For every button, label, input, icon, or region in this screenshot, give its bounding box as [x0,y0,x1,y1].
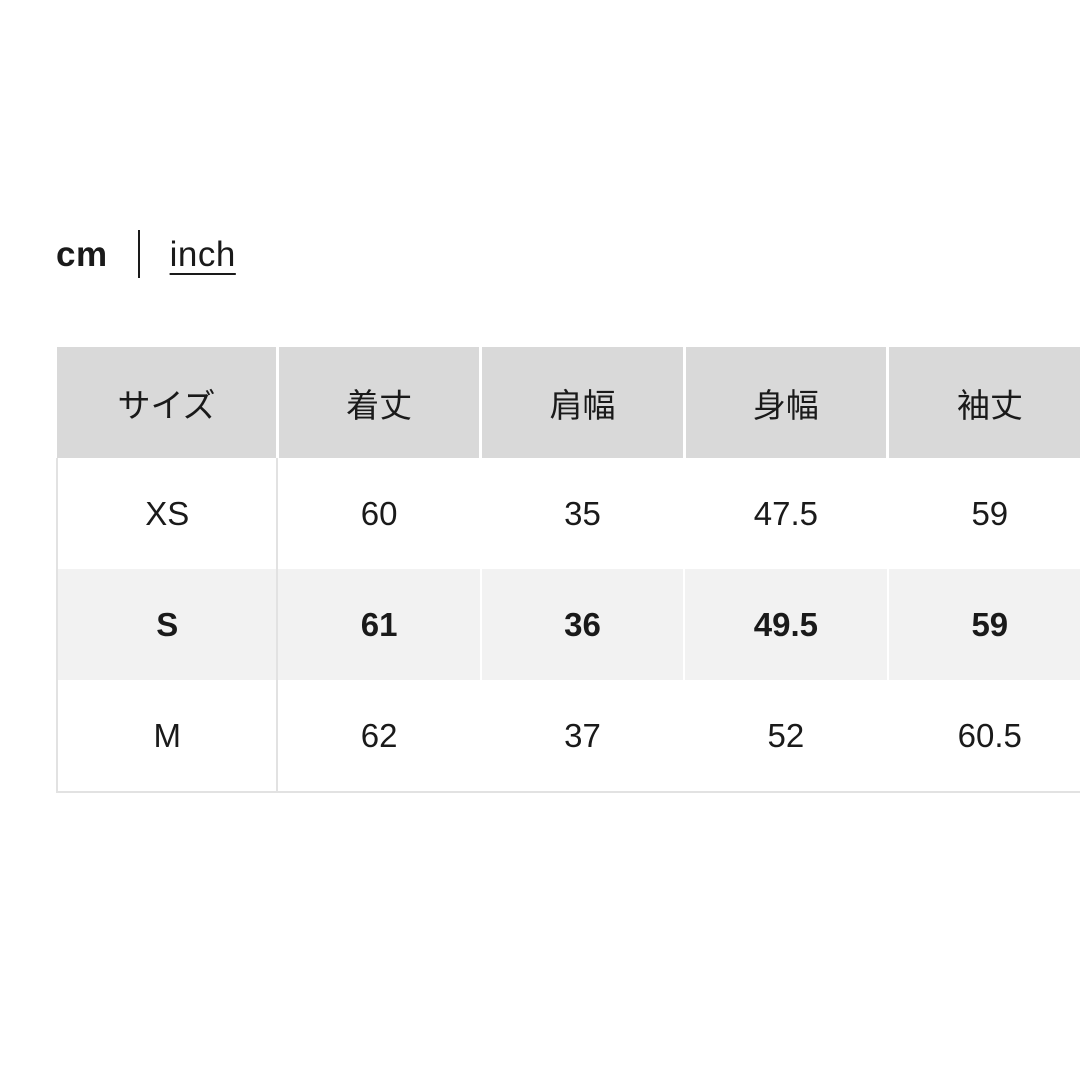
cell-length: 62 [277,680,482,793]
cell-shoulder: 35 [480,458,686,569]
size-table-head: サイズ 着丈 肩幅 身幅 袖丈 [57,347,1080,458]
table-row[interactable]: XS 60 35 47.5 59 [55,458,1080,569]
column-header-length: 着丈 [277,347,483,458]
cell-size: S [55,569,279,680]
size-chart-page: cm inch サイズ 着丈 肩幅 身幅 袖丈 XS 60 35 47.5 59… [0,0,1080,1080]
cell-size: XS [55,458,279,569]
cell-sleeve: 59 [887,569,1080,680]
cell-chest: 49.5 [684,569,889,680]
cell-sleeve: 60.5 [887,680,1080,793]
cell-chest: 52 [684,680,889,793]
cell-length: 60 [277,458,482,569]
size-table: サイズ 着丈 肩幅 身幅 袖丈 XS 60 35 47.5 59 S 61 36… [55,347,1080,793]
table-header-row: サイズ 着丈 肩幅 身幅 袖丈 [57,347,1080,458]
size-table-container: サイズ 着丈 肩幅 身幅 袖丈 XS 60 35 47.5 59 S 61 36… [55,347,1080,793]
cell-sleeve: 59 [887,458,1080,569]
cell-shoulder: 36 [480,569,686,680]
column-header-size: サイズ [57,347,279,458]
column-header-chest: 身幅 [684,347,890,458]
table-row[interactable]: M 62 37 52 60.5 [55,680,1080,793]
unit-option-cm[interactable]: cm [56,237,108,272]
cell-size: M [55,680,279,793]
cell-length: 61 [277,569,482,680]
unit-toggle-divider [137,230,140,278]
size-table-body: XS 60 35 47.5 59 S 61 36 49.5 59 M 62 37 [55,458,1080,793]
unit-option-inch[interactable]: inch [170,237,236,272]
column-header-shoulder: 肩幅 [480,347,686,458]
cell-shoulder: 37 [480,680,686,793]
column-header-sleeve: 袖丈 [887,347,1080,458]
cell-chest: 47.5 [684,458,889,569]
unit-toggle: cm inch [56,226,236,282]
table-row-selected[interactable]: S 61 36 49.5 59 [55,569,1080,680]
